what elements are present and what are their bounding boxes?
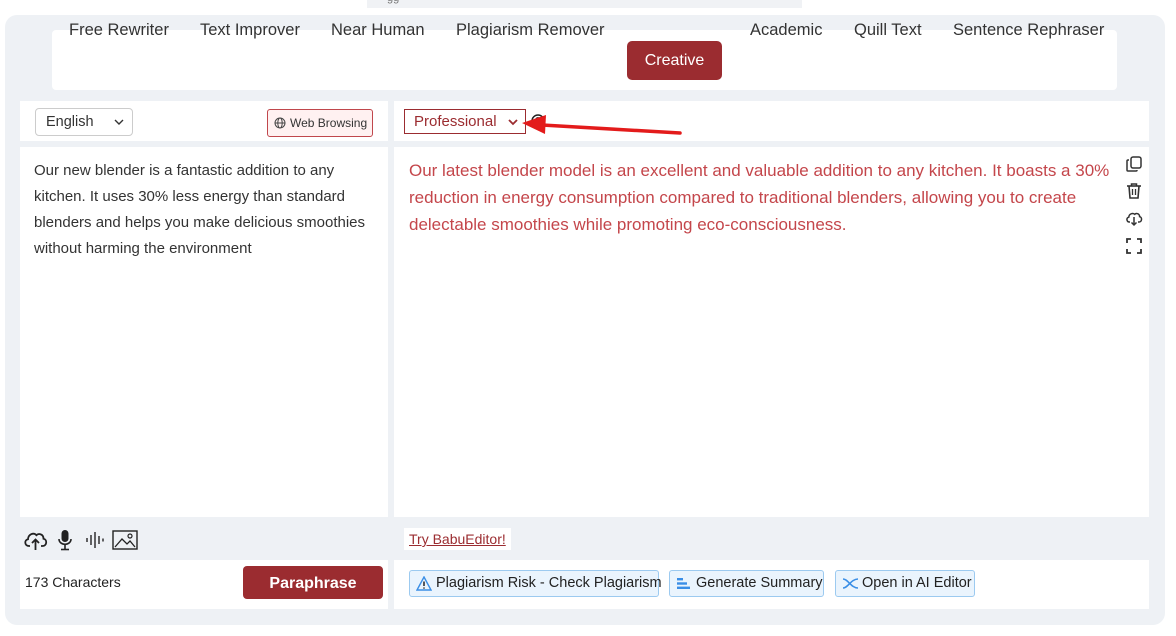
generate-summary-button[interactable]: Generate Summary	[669, 570, 824, 597]
image-icon[interactable]	[112, 530, 138, 550]
tab-free-rewriter[interactable]: Free Rewriter	[69, 10, 169, 50]
language-select[interactable]: English	[35, 108, 133, 136]
open-ai-editor-label: Open in AI Editor	[862, 575, 972, 591]
character-count: 173 Characters	[25, 574, 121, 590]
tab-quill-text[interactable]: Quill Text	[854, 10, 922, 50]
language-value: English	[46, 114, 94, 130]
paraphrase-button[interactable]: Paraphrase	[243, 566, 383, 599]
check-plagiarism-button[interactable]: Plagiarism Risk - Check Plagiarism	[409, 570, 662, 597]
chevron-down-icon	[508, 119, 518, 126]
tab-academic[interactable]: Academic	[750, 10, 822, 50]
tab-near-human[interactable]: Near Human	[331, 10, 425, 50]
top-strip: gg	[367, 0, 802, 8]
summary-lines-icon	[677, 578, 690, 589]
output-text[interactable]: Our latest blender model is an excellent…	[409, 157, 1114, 238]
annotation-arrow	[522, 115, 682, 135]
fullscreen-icon[interactable]	[1125, 237, 1143, 255]
tab-text-improver[interactable]: Text Improver	[200, 10, 300, 50]
ai-editor-icon	[842, 578, 859, 589]
web-browsing-label: Web Browsing	[290, 116, 368, 130]
download-icon[interactable]	[1125, 209, 1143, 227]
tab-plagiarism-remover[interactable]: Plagiarism Remover	[456, 10, 605, 50]
open-ai-editor-button[interactable]: Open in AI Editor	[835, 570, 975, 597]
tone-select[interactable]: Professional	[404, 109, 526, 134]
copy-icon[interactable]	[1125, 155, 1143, 173]
tab-creative[interactable]: Creative	[627, 41, 722, 80]
upload-cloud-icon[interactable]	[23, 529, 48, 551]
globe-icon	[274, 117, 286, 129]
warning-icon	[416, 576, 432, 591]
microphone-icon[interactable]	[57, 529, 73, 551]
input-text[interactable]: Our new blender is a fantastic addition …	[34, 158, 379, 262]
web-browsing-button[interactable]: Web Browsing	[267, 109, 373, 137]
tab-sentence-rephraser[interactable]: Sentence Rephraser	[953, 10, 1104, 50]
audio-wave-icon[interactable]	[85, 531, 105, 549]
trash-icon[interactable]	[1125, 182, 1143, 200]
try-babueditor-link[interactable]: Try BabuEditor!	[404, 528, 511, 550]
check-plagiarism-label: Plagiarism Risk - Check Plagiarism	[436, 575, 662, 591]
chevron-down-icon	[114, 119, 124, 125]
generate-summary-label: Generate Summary	[696, 575, 823, 591]
tone-value: Professional	[414, 113, 497, 130]
